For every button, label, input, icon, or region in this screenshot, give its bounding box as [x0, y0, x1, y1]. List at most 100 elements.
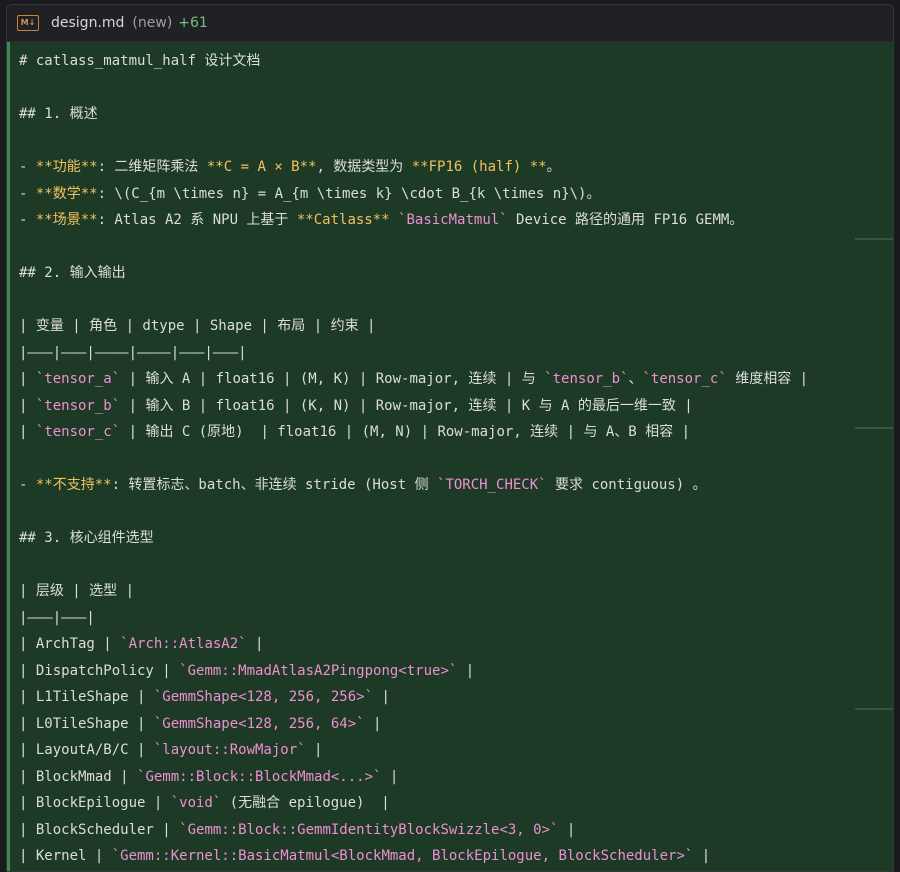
added-lines-count: +61	[178, 15, 208, 31]
inline-code: `tensor_b`	[35, 397, 121, 414]
text-segment: 、	[628, 371, 643, 387]
text-segment: |———|———|	[19, 609, 95, 626]
markdown-file-icon: M↓	[17, 15, 39, 31]
inline-code: `BasicMatmul`	[398, 212, 508, 228]
file-name[interactable]: design.md	[51, 15, 124, 31]
file-status: (new)	[132, 15, 173, 31]
bold-text: **C = A × B**	[206, 159, 317, 175]
code-line: - **不支持**: 转置标志、batch、非连续 stride (Host 侧…	[19, 472, 808, 499]
text-segment: -	[19, 477, 36, 493]
text-segment: ## 2. 输入输出	[19, 265, 126, 281]
text-segment: |	[558, 821, 576, 838]
inline-code: `GemmShape<128, 256, 64>`	[153, 715, 365, 732]
bold-text: **Catlass**	[296, 212, 390, 228]
inline-code: `Arch::AtlasA2`	[120, 636, 247, 652]
text-segment: | BlockScheduler |	[19, 821, 180, 838]
code-line: | `tensor_a` | 输入 A | float16 | (M, K) |…	[19, 366, 808, 393]
text-segment: | DispatchPolicy |	[19, 662, 180, 679]
diff-panel: M↓ design.md (new) +61 # catlass_matmul_…	[6, 4, 894, 872]
text-segment: |	[305, 742, 323, 758]
text-segment: | BlockMmad |	[19, 768, 138, 785]
text-segment: -	[19, 212, 36, 228]
code-line: - **场景**: Atlas A2 系 NPU 上基于 **Catlass**…	[19, 207, 808, 234]
inline-code: `tensor_b`	[544, 371, 629, 387]
text-segment: Device 路径的通用 FP16 GEMM。	[507, 212, 744, 228]
inline-code: `void`	[170, 795, 222, 811]
text-segment: | 变量 | 角色 | dtype | Shape | 布局 | 约束 |	[19, 318, 376, 334]
code-line: | 变量 | 角色 | dtype | Shape | 布局 | 约束 |	[19, 313, 808, 340]
text-segment: | 层级 | 选型 |	[19, 583, 135, 599]
text-segment: |	[364, 715, 382, 732]
inline-code: `GemmShape<128, 256, 256>`	[153, 689, 374, 705]
text-segment	[390, 212, 398, 228]
text-segment: | 输入 A | float16 | (M, K) | Row-major, 连…	[120, 371, 545, 387]
inline-code: `tensor_a`	[35, 371, 121, 387]
file-header[interactable]: M↓ design.md (new) +61	[7, 5, 893, 42]
text-segment: |———|———|————|————|———|———|	[19, 344, 247, 361]
text-segment: |	[19, 397, 36, 414]
code-line: - **数学**: \(C_{m \times n} = A_{m \times…	[19, 181, 808, 208]
text-segment: (无融合 epilogue) |	[221, 795, 390, 811]
bold-text: **场景**	[35, 212, 98, 228]
text-segment: 维度相容 |	[726, 371, 809, 387]
code-line: ## 2. 输入输出	[19, 260, 808, 287]
code-line: | Kernel | `Gemm::Kernel::BasicMatmul<Bl…	[19, 843, 808, 870]
code-lines: # catlass_matmul_half 设计文档 ## 1. 概述 - **功能…	[19, 48, 808, 870]
code-line: |———|———|————|————|———|———|	[19, 340, 808, 367]
text-segment: |	[693, 848, 711, 864]
bold-text: **FP16 (half) **	[411, 159, 547, 175]
bold-text: **数学**	[35, 185, 98, 202]
inline-code: `tensor_c`	[35, 424, 121, 440]
text-segment: | L0TileShape |	[19, 715, 154, 732]
inline-code: `tensor_c`	[642, 371, 727, 387]
text-segment: , 数据类型为	[316, 159, 412, 175]
code-line: | ArchTag | `Arch::AtlasA2` |	[19, 631, 808, 658]
code-line: | BlockScheduler | `Gemm::Block::GemmIde…	[19, 817, 808, 844]
editor-content[interactable]: # catlass_matmul_half 设计文档 ## 1. 概述 - **功能…	[7, 42, 893, 871]
scrollbar-marker	[855, 708, 893, 710]
code-line: | BlockEpilogue | `void` (无融合 epilogue) …	[19, 790, 808, 817]
code-line: | `tensor_c` | 输出 C (原地) | float16 | (M,…	[19, 419, 808, 446]
code-line: | BlockMmad | `Gemm::Block::BlockMmad<..…	[19, 764, 808, 791]
text-segment: # catlass_matmul_half 设计文档	[19, 53, 261, 69]
text-segment: |	[246, 636, 264, 652]
inline-code: `TORCH_CHECK`	[437, 477, 547, 493]
inline-code: `layout::RowMajor`	[153, 742, 306, 758]
text-segment: 要求 contiguous) 。	[546, 477, 707, 493]
text-segment: | L1TileShape |	[19, 689, 154, 705]
inline-code: `Gemm::Block::GemmIdentityBlockSwizzle<3…	[179, 821, 559, 838]
code-line: | DispatchPolicy | `Gemm::MmadAtlasA2Pin…	[19, 658, 808, 685]
code-line: - **功能**: 二维矩阵乘法 **C = A × B**, 数据类型为 **…	[19, 154, 808, 181]
inline-code: `Gemm::MmadAtlasA2Pingpong<true>`	[179, 662, 458, 679]
bold-text: **功能**	[35, 159, 98, 175]
inline-code: `Gemm::Kernel::BasicMatmul<BlockMmad, Bl…	[111, 848, 694, 864]
code-line: |———|———|	[19, 605, 808, 632]
text-segment: 。	[546, 159, 561, 175]
code-line: | L0TileShape | `GemmShape<128, 256, 64>…	[19, 711, 808, 738]
text-segment: -	[19, 159, 36, 175]
text-segment: -	[19, 185, 36, 202]
code-line: # catlass_matmul_half 设计文档	[19, 48, 808, 75]
scrollbar-marker	[855, 238, 893, 240]
code-line: ## 3. 核心组件选型	[19, 525, 808, 552]
text-segment: |	[19, 371, 36, 387]
text-segment: : \(C_{m \times n} = A_{m \times k} \cdo…	[97, 185, 601, 202]
scrollbar-marker	[855, 427, 893, 429]
bold-text: **不支持**	[35, 477, 112, 493]
text-segment: | LayoutA/B/C |	[19, 742, 154, 758]
text-segment: : 转置标志、batch、非连续 stride (Host 侧	[111, 477, 438, 493]
text-segment: | BlockEpilogue |	[19, 795, 171, 811]
text-segment: | Kernel |	[19, 848, 112, 864]
text-segment: |	[457, 662, 475, 679]
text-segment: | 输入 B | float16 | (K, N) | Row-major, 连…	[120, 397, 693, 414]
text-segment: : Atlas A2 系 NPU 上基于	[97, 212, 297, 228]
code-line: | L1TileShape | `GemmShape<128, 256, 256…	[19, 684, 808, 711]
code-line: | LayoutA/B/C | `layout::RowMajor` |	[19, 737, 808, 764]
text-segment: ## 1. 概述	[19, 106, 98, 122]
